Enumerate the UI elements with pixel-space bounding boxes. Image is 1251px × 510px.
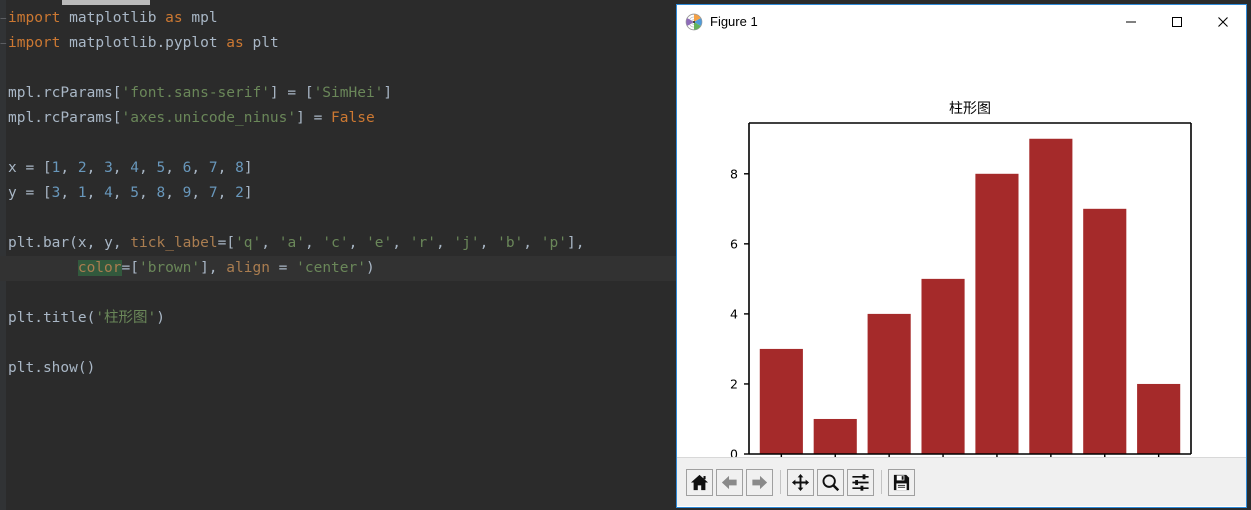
save-button[interactable] bbox=[888, 468, 915, 496]
right-arrow-icon bbox=[752, 475, 768, 489]
code-line-2[interactable]: − import matplotlib.pyplot as plt bbox=[0, 31, 676, 56]
close-button[interactable] bbox=[1200, 6, 1246, 38]
subplots-button[interactable] bbox=[847, 468, 874, 496]
y-tick-label: 6 bbox=[730, 236, 738, 251]
toolbar-separator bbox=[881, 470, 882, 494]
home-icon bbox=[690, 474, 709, 490]
maximize-button[interactable] bbox=[1154, 6, 1200, 38]
code-line-4[interactable]: mpl.rcParams['font.sans-serif'] = ['SimH… bbox=[0, 81, 676, 106]
bar-e bbox=[921, 278, 965, 454]
code-line-9[interactable] bbox=[0, 206, 676, 231]
bar-r bbox=[975, 173, 1019, 455]
zoom-button[interactable] bbox=[817, 468, 844, 496]
code-line-15[interactable]: plt.show() bbox=[0, 356, 676, 381]
matplotlib-logo-icon bbox=[685, 13, 703, 30]
back-button[interactable] bbox=[716, 468, 743, 496]
code-line-8[interactable]: y = [3, 1, 4, 5, 8, 9, 7, 2] bbox=[0, 181, 676, 206]
code-line-5[interactable]: mpl.rcParams['axes.unicode_ninus'] = Fal… bbox=[0, 106, 676, 131]
minimize-icon bbox=[1126, 21, 1136, 22]
window-title: Figure 1 bbox=[710, 14, 758, 29]
code-editor[interactable]: − import matplotlib as mpl − import matplot… bbox=[0, 0, 676, 510]
figure-canvas[interactable]: 02468qacerjbp柱形图 bbox=[677, 38, 1246, 457]
code-line-13[interactable]: plt.title('柱形图') bbox=[0, 306, 676, 331]
close-icon bbox=[1218, 16, 1228, 27]
code-line-10[interactable]: plt.bar(x, y, tick_label=['q', 'a', 'c',… bbox=[0, 231, 676, 256]
sliders-icon bbox=[852, 473, 869, 491]
y-tick-label: 8 bbox=[730, 166, 738, 181]
magnifier-icon bbox=[822, 474, 840, 491]
window-title-bar[interactable]: Figure 1 bbox=[677, 5, 1246, 38]
bar-chart[interactable]: 02468qacerjbp柱形图 bbox=[677, 38, 1246, 457]
floppy-disk-icon bbox=[893, 474, 910, 490]
maximize-icon bbox=[1172, 16, 1182, 27]
fold-marker[interactable]: − bbox=[0, 6, 7, 31]
code-line-1[interactable]: − import matplotlib as mpl bbox=[0, 6, 676, 31]
left-arrow-icon bbox=[721, 475, 737, 489]
forward-button[interactable] bbox=[746, 468, 773, 496]
matplotlib-figure-window[interactable]: Figure 1 02468qacerjbp柱形图 bbox=[676, 4, 1247, 508]
y-tick-label: 0 bbox=[730, 447, 738, 458]
minimize-button[interactable] bbox=[1108, 6, 1154, 38]
screen: − import matplotlib as mpl − import matplot… bbox=[0, 0, 1251, 510]
move-icon bbox=[791, 473, 810, 491]
code-lines-container: − import matplotlib as mpl − import matplot… bbox=[0, 6, 676, 381]
code-line-7[interactable]: x = [1, 2, 3, 4, 5, 6, 7, 8] bbox=[0, 156, 676, 181]
bar-a bbox=[813, 418, 857, 454]
toolbar-separator bbox=[780, 470, 781, 494]
code-line-12[interactable] bbox=[0, 281, 676, 306]
pan-button[interactable] bbox=[787, 468, 814, 496]
bar-b bbox=[1083, 208, 1127, 454]
chart-title: 柱形图 bbox=[949, 101, 991, 117]
code-line-14[interactable] bbox=[0, 331, 676, 356]
bar-q bbox=[759, 348, 803, 454]
code-line-6[interactable] bbox=[0, 131, 676, 156]
bar-p bbox=[1137, 383, 1181, 454]
y-tick-label: 4 bbox=[730, 306, 738, 321]
figure-navigation-toolbar[interactable] bbox=[677, 457, 1246, 506]
fold-marker[interactable]: − bbox=[0, 31, 7, 56]
y-tick-label: 2 bbox=[730, 376, 738, 391]
code-line-11[interactable]: color=['brown'], align = 'center') bbox=[0, 256, 676, 281]
code-line-3[interactable] bbox=[0, 56, 676, 81]
bar-j bbox=[1029, 138, 1073, 454]
home-button[interactable] bbox=[686, 468, 713, 496]
bar-c bbox=[867, 313, 911, 454]
editor-top-strip bbox=[62, 0, 150, 5]
